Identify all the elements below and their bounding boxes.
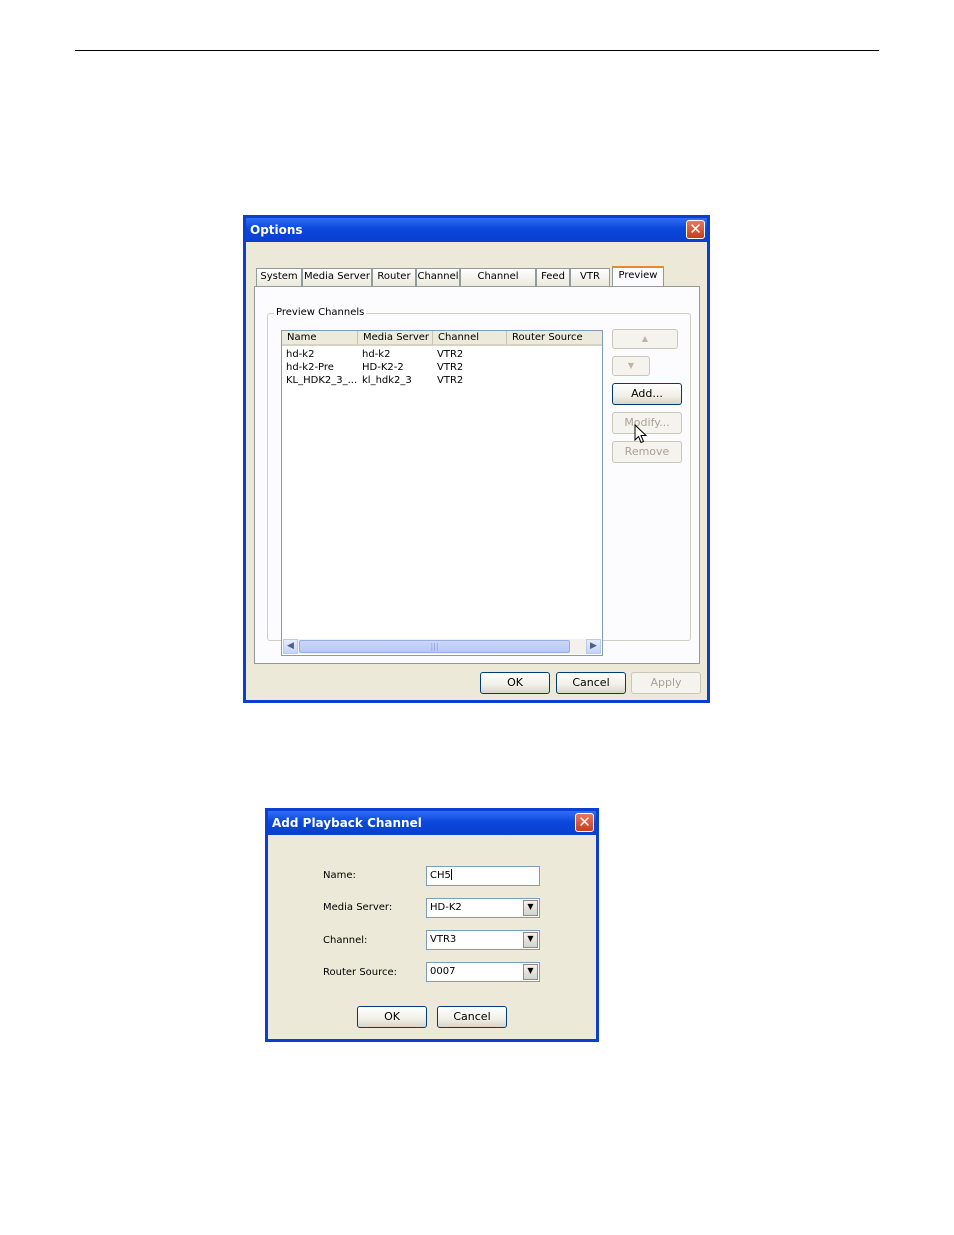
chevron-down-icon[interactable]: ▼ (523, 900, 538, 916)
options-title: Options (250, 223, 303, 237)
media-server-label: Media Server: (323, 902, 393, 913)
move-up-button[interactable]: ▲ (612, 329, 678, 349)
column-header-name[interactable]: Name (282, 331, 358, 346)
tab-vtr[interactable]: VTR (570, 268, 610, 286)
tab-preview[interactable]: Preview (612, 266, 664, 287)
cell-channel: VTR2 (437, 349, 464, 360)
cancel-button[interactable]: Cancel (556, 672, 626, 694)
name-label: Name: (323, 870, 356, 881)
preview-tab-panel: Preview Channels Name Media Server Chann… (254, 286, 700, 664)
cell-name: KL_HDK2_3_... (286, 375, 358, 386)
table-row[interactable]: KL_HDK2_3_... kl_hdk2_3 VTR2 (282, 374, 602, 387)
name-value: CH5 (430, 870, 451, 881)
tab-router[interactable]: Router (372, 268, 416, 286)
text-caret (450, 869, 452, 880)
group-title: Preview Channels (274, 307, 367, 318)
cell-media-server: hd-k2 (362, 349, 391, 360)
mouse-cursor-icon (634, 424, 648, 444)
tab-channel[interactable]: Channel (416, 268, 460, 286)
channel-value: VTR3 (430, 934, 457, 945)
tab-channel-group[interactable]: Channel Group (460, 268, 536, 298)
cell-name: hd-k2-Pre (286, 362, 334, 373)
ok-button[interactable]: OK (480, 672, 550, 694)
tab-system[interactable]: System (256, 268, 302, 286)
list-header: Name Media Server Channel Router Source (282, 331, 602, 346)
table-row[interactable]: hd-k2 hd-k2 VTR2 (282, 348, 602, 361)
scroll-thumb[interactable]: ||| (299, 640, 570, 653)
tab-media-server[interactable]: Media Server (302, 268, 372, 286)
move-down-button[interactable]: ▼ (612, 356, 650, 376)
channel-label: Channel: (323, 935, 368, 946)
scroll-right-icon[interactable]: ▶ (586, 639, 601, 654)
cancel-button[interactable]: Cancel (437, 1006, 507, 1028)
ok-button[interactable]: OK (357, 1006, 427, 1028)
channel-select[interactable]: VTR3 ▼ (426, 930, 540, 950)
page-top-rule (75, 50, 879, 51)
preview-channels-list[interactable]: Name Media Server Channel Router Source … (281, 330, 603, 656)
add-dialog-client: Name: CH5 Media Server: HD-K2 ▼ Channel:… (268, 835, 596, 1039)
name-field[interactable]: CH5 (426, 866, 540, 886)
arrow-down-icon: ▼ (627, 361, 635, 370)
preview-channels-group: Preview Channels Name Media Server Chann… (267, 307, 691, 656)
table-row[interactable]: hd-k2-Pre HD-K2-2 VTR2 (282, 361, 602, 374)
cell-media-server: kl_hdk2_3 (362, 375, 412, 386)
add-dialog-titlebar[interactable]: Add Playback Channel ✕ (268, 811, 596, 835)
column-header-channel[interactable]: Channel (433, 331, 507, 346)
cell-media-server: HD-K2-2 (362, 362, 404, 373)
cell-channel: VTR2 (437, 375, 464, 386)
options-titlebar[interactable]: Options ✕ (246, 218, 707, 242)
router-source-label: Router Source: (323, 967, 398, 978)
horizontal-scrollbar[interactable]: ◀ ||| ▶ (283, 639, 601, 654)
media-server-value: HD-K2 (430, 902, 462, 913)
cell-channel: VTR2 (437, 362, 464, 373)
scroll-left-icon[interactable]: ◀ (283, 639, 298, 654)
options-dialog: Options ✕ System Media Server Router Cha… (243, 215, 710, 703)
add-dialog-title: Add Playback Channel (272, 816, 422, 830)
remove-button[interactable]: Remove (612, 441, 682, 463)
chevron-down-icon[interactable]: ▼ (523, 932, 538, 948)
cell-name: hd-k2 (286, 349, 315, 360)
tab-feed[interactable]: Feed (536, 268, 570, 286)
media-server-select[interactable]: HD-K2 ▼ (426, 898, 540, 918)
add-button[interactable]: Add... (612, 383, 682, 405)
arrow-up-icon: ▲ (641, 334, 649, 343)
close-icon[interactable]: ✕ (686, 220, 705, 239)
chevron-down-icon[interactable]: ▼ (523, 964, 538, 980)
options-client: System Media Server Router Channel Chann… (246, 242, 707, 700)
router-source-value: 0007 (430, 966, 456, 977)
column-header-media-server[interactable]: Media Server (358, 331, 433, 346)
close-icon[interactable]: ✕ (575, 813, 594, 832)
column-header-router-source[interactable]: Router Source (507, 331, 602, 346)
apply-button[interactable]: Apply (631, 672, 701, 694)
add-playback-channel-dialog: Add Playback Channel ✕ Name: CH5 Media S… (265, 808, 599, 1042)
router-source-select[interactable]: 0007 ▼ (426, 962, 540, 982)
